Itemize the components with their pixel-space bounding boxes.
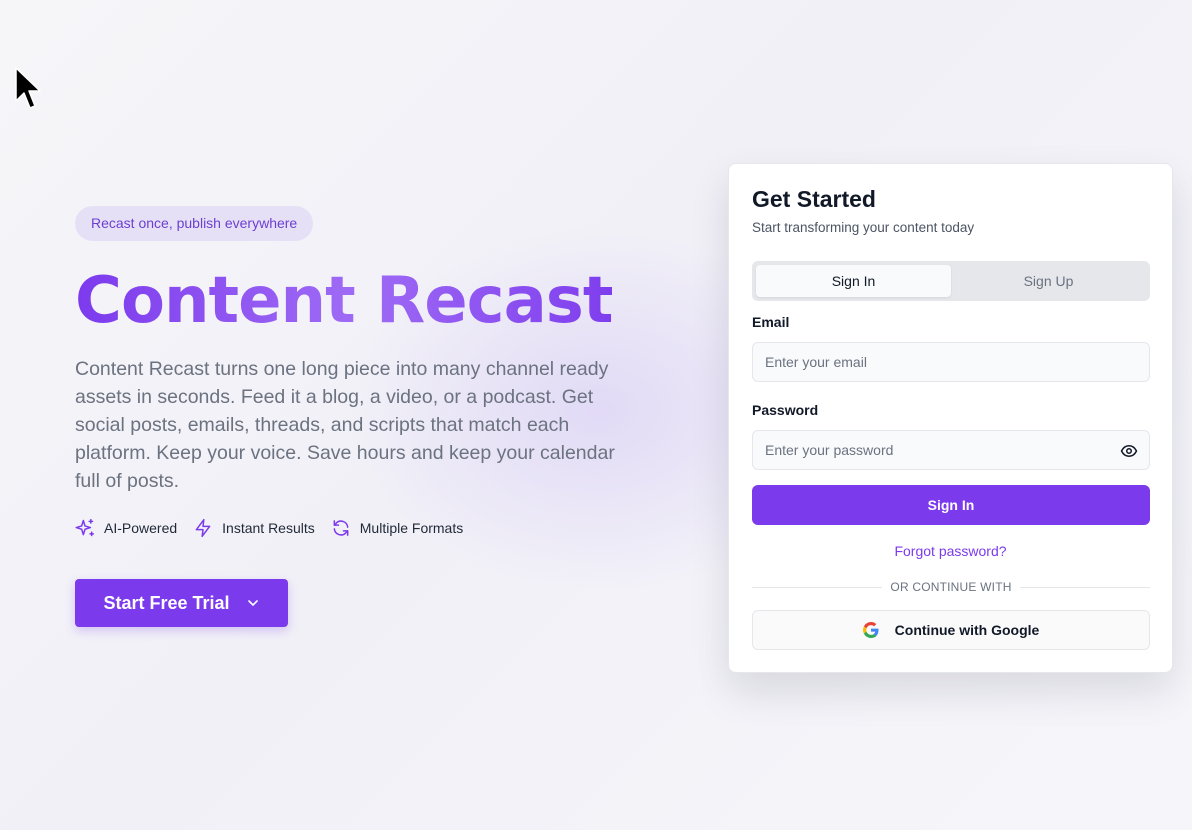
feature-label: Multiple Formats xyxy=(359,520,464,536)
divider-line xyxy=(1019,586,1151,588)
google-icon xyxy=(862,622,879,638)
tab-sign-in[interactable]: Sign In xyxy=(756,265,951,297)
feature-instant-results: Instant Results xyxy=(193,518,315,538)
feature-label: AI-Powered xyxy=(104,520,178,536)
hero-description: Content Recast turns one long piece into… xyxy=(75,358,615,492)
password-label: Password xyxy=(752,402,819,418)
hero-section: Recast once, publish everywhere Content … xyxy=(75,206,635,538)
sign-in-button[interactable]: Sign In xyxy=(752,485,1150,525)
refresh-icon xyxy=(333,520,349,536)
start-free-trial-button[interactable]: Start Free Trial xyxy=(75,579,288,627)
card-subtitle: Start transforming your content today xyxy=(752,220,975,235)
email-field[interactable] xyxy=(753,343,1149,381)
lightning-icon xyxy=(195,518,211,538)
hero-title: Content Recast xyxy=(75,263,635,339)
continue-with-google-button[interactable]: Continue with Google xyxy=(752,610,1150,650)
google-button-label: Continue with Google xyxy=(894,622,1040,638)
feature-ai-powered: AI-Powered xyxy=(75,518,177,538)
sparkles-icon xyxy=(75,518,95,537)
cta-label: Start Free Trial xyxy=(103,592,230,613)
chevron-down-icon xyxy=(247,600,258,606)
feature-multiple-formats: Multiple Formats xyxy=(331,518,463,538)
forgot-password-link[interactable]: Forgot password? xyxy=(729,543,1172,559)
card-title: Get Started xyxy=(752,186,876,212)
divider-label: OR CONTINUE WITH xyxy=(890,580,1012,594)
feature-list: AI-Powered Instant Results Multiple Form… xyxy=(75,518,635,538)
email-label: Email xyxy=(752,314,790,330)
tab-sign-up[interactable]: Sign Up xyxy=(951,265,1146,297)
password-field[interactable] xyxy=(753,431,1149,469)
tagline-badge: Recast once, publish everywhere xyxy=(75,206,314,241)
feature-label: Instant Results xyxy=(222,520,315,536)
auth-tabs: Sign In Sign Up xyxy=(752,261,1150,301)
eye-icon[interactable] xyxy=(1120,442,1138,460)
divider: OR CONTINUE WITH xyxy=(752,580,1151,594)
auth-card: Get Started Start transforming your cont… xyxy=(728,163,1173,673)
divider-line xyxy=(752,586,883,588)
password-field-wrapper xyxy=(752,430,1150,470)
email-field-wrapper xyxy=(752,342,1150,382)
mouse-cursor-icon xyxy=(15,67,41,109)
